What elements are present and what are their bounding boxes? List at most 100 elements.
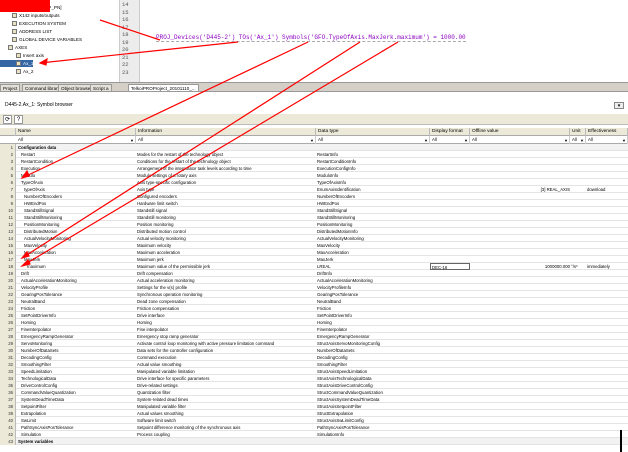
cell-val[interactable] bbox=[470, 403, 570, 410]
cell-unit[interactable] bbox=[570, 305, 586, 312]
cell-info[interactable]: Manipulated variable filter bbox=[136, 403, 316, 410]
cell-type[interactable]: NumberOfDataSets bbox=[316, 347, 430, 354]
cell-fmt[interactable] bbox=[430, 291, 470, 298]
cell-unit[interactable] bbox=[570, 214, 586, 221]
refresh-icon[interactable]: ⟳ bbox=[3, 115, 12, 124]
cell-fmt[interactable] bbox=[430, 144, 470, 151]
table-row[interactable]: 9 HWEndPos Hardware limit switch HWEndPos bbox=[0, 200, 628, 207]
cell-val[interactable] bbox=[470, 319, 570, 326]
cell-eff[interactable] bbox=[586, 326, 628, 333]
table-row[interactable]: 34 TechnologicalData Drive interface for s… bbox=[0, 375, 628, 382]
cell-name[interactable]: StandStillMonitoring bbox=[16, 214, 136, 221]
table-row[interactable]: 43 System variables bbox=[0, 438, 628, 445]
cell-unit[interactable] bbox=[570, 438, 586, 445]
table-row[interactable]: 17 MaxJerk Maximum jerk MaxJerk bbox=[0, 256, 628, 263]
cell-info[interactable]: Actual velocity monitoring bbox=[136, 235, 316, 242]
cell-unit[interactable] bbox=[570, 200, 586, 207]
cell-val[interactable] bbox=[470, 172, 570, 179]
cell-info[interactable]: Emergency stop ramp generator bbox=[136, 333, 316, 340]
cell-name[interactable]: ServoMonitoring bbox=[16, 340, 136, 347]
cell-val[interactable] bbox=[470, 200, 570, 207]
cell-type[interactable]: EnumAxisIdentification bbox=[316, 186, 430, 193]
cell-unit[interactable] bbox=[570, 382, 586, 389]
cell-type[interactable]: StructAxisDriveControlConfig bbox=[316, 382, 430, 389]
cell-eff[interactable] bbox=[586, 417, 628, 424]
cell-type[interactable]: RestartConditionInfo bbox=[316, 158, 430, 165]
cell-eff[interactable] bbox=[586, 291, 628, 298]
cell-eff[interactable] bbox=[586, 340, 628, 347]
cell-fmt[interactable] bbox=[430, 417, 470, 424]
cell-name[interactable]: GearingPosTolerance bbox=[16, 291, 136, 298]
cell-name[interactable]: HWEndPos bbox=[16, 200, 136, 207]
cell-val[interactable]: 1000000.000 bbox=[470, 263, 570, 270]
cell-val[interactable] bbox=[470, 305, 570, 312]
table-row[interactable]: 7 typeOfAxis Axis type EnumAxisIdentificati… bbox=[0, 186, 628, 193]
cell-eff[interactable] bbox=[586, 256, 628, 263]
cell-fmt[interactable] bbox=[430, 249, 470, 256]
cell-unit[interactable] bbox=[570, 417, 586, 424]
table-row[interactable]: 15 MaxVelocity Maximum velocity MaxVelocity bbox=[0, 242, 628, 249]
cell-fmt[interactable] bbox=[430, 193, 470, 200]
cell-info[interactable]: Modulo settings of a rotary axis bbox=[136, 172, 316, 179]
cell-info[interactable]: Setpoint difference monitoring of the sy… bbox=[136, 424, 316, 431]
cell-info[interactable]: Hardware limit switch bbox=[136, 200, 316, 207]
cell-fmt[interactable] bbox=[430, 382, 470, 389]
table-row[interactable]: 39 Extrapolation Actual values smoothing St… bbox=[0, 410, 628, 417]
cell-fmt[interactable] bbox=[430, 438, 470, 445]
cell-val[interactable] bbox=[470, 207, 570, 214]
cell-info[interactable]: Axis type-specific configuration bbox=[136, 179, 316, 186]
cell-unit[interactable] bbox=[570, 326, 586, 333]
project-tree[interactable]: D445-2 [D445-2 DP_PN]X142 inputs/outputs… bbox=[0, 0, 120, 82]
cell-info[interactable]: Drive-related settings bbox=[136, 382, 316, 389]
cell-eff[interactable] bbox=[586, 389, 628, 396]
cell-name[interactable]: Simulation bbox=[16, 431, 136, 438]
cell-info[interactable]: Actual value smoothing bbox=[136, 361, 316, 368]
column-filter[interactable]: All ▼ bbox=[316, 136, 430, 144]
cell-name[interactable]: CommandValueQuantization bbox=[16, 389, 136, 396]
column-header[interactable]: Display format bbox=[430, 128, 470, 136]
cell-eff[interactable] bbox=[586, 242, 628, 249]
cell-type[interactable]: SmoothingFilter bbox=[316, 361, 430, 368]
cell-type[interactable]: RestartInfo bbox=[316, 151, 430, 158]
script-editor[interactable]: 14 15 16 17 18 19 20 21 22 23 PROJ_Devices('D445-… bbox=[120, 0, 628, 82]
cell-info[interactable]: Distributed motion control bbox=[136, 228, 316, 235]
cell-val[interactable] bbox=[470, 221, 570, 228]
table-row[interactable]: 40 SwLimit Software limit switch StructAxis… bbox=[0, 417, 628, 424]
cell-unit[interactable] bbox=[570, 319, 586, 326]
cell-val[interactable] bbox=[470, 417, 570, 424]
table-row[interactable]: 3 RestartCondition Conditions for the rest… bbox=[0, 158, 628, 165]
cell-type[interactable]: StandStillMonitoring bbox=[316, 214, 430, 221]
table-row[interactable]: 5 Modulo Modulo settings of a rotary axis M… bbox=[0, 172, 628, 179]
cell-info[interactable]: Manipulated variable limitation bbox=[136, 368, 316, 375]
table-row[interactable]: 22 GearingPosTolerance Synchronous operati… bbox=[0, 291, 628, 298]
cell-unit[interactable] bbox=[570, 424, 586, 431]
cell-fmt[interactable] bbox=[430, 242, 470, 249]
cell-info[interactable]: Arrangement of the interpolator task lev… bbox=[136, 165, 316, 172]
cell-unit[interactable] bbox=[570, 270, 586, 277]
cell-fmt[interactable] bbox=[430, 214, 470, 221]
cell-type[interactable] bbox=[316, 144, 430, 151]
cell-info[interactable]: System-related dead times bbox=[136, 396, 316, 403]
cell-fmt[interactable] bbox=[430, 151, 470, 158]
cell-name[interactable]: NumberOfDataSets bbox=[16, 347, 136, 354]
cell-unit[interactable] bbox=[570, 151, 586, 158]
cell-val[interactable] bbox=[470, 424, 570, 431]
cell-type[interactable]: MaxJerk bbox=[316, 256, 430, 263]
cell-eff[interactable] bbox=[586, 298, 628, 305]
cell-unit[interactable] bbox=[570, 333, 586, 340]
cell-val[interactable] bbox=[470, 291, 570, 298]
cell-val[interactable] bbox=[470, 256, 570, 263]
cell-type[interactable]: Homing bbox=[316, 319, 430, 326]
cell-fmt[interactable] bbox=[430, 165, 470, 172]
cell-val[interactable] bbox=[470, 347, 570, 354]
tree-item[interactable]: AXES bbox=[0, 44, 27, 51]
cell-unit[interactable] bbox=[570, 284, 586, 291]
cell-type[interactable] bbox=[316, 438, 430, 445]
cell-info[interactable]: Drive interface for specific parameters bbox=[136, 375, 316, 382]
cell-info[interactable]: Homing bbox=[136, 319, 316, 326]
cell-type[interactable]: ActualAccelerationMonitoring bbox=[316, 277, 430, 284]
cell-eff[interactable] bbox=[586, 354, 628, 361]
cell-eff[interactable] bbox=[586, 375, 628, 382]
tree-item[interactable]: EXECUTION SYSTEM bbox=[0, 20, 66, 27]
table-row[interactable]: 6 TypeOfAxis Axis type-specific configurat… bbox=[0, 179, 628, 186]
